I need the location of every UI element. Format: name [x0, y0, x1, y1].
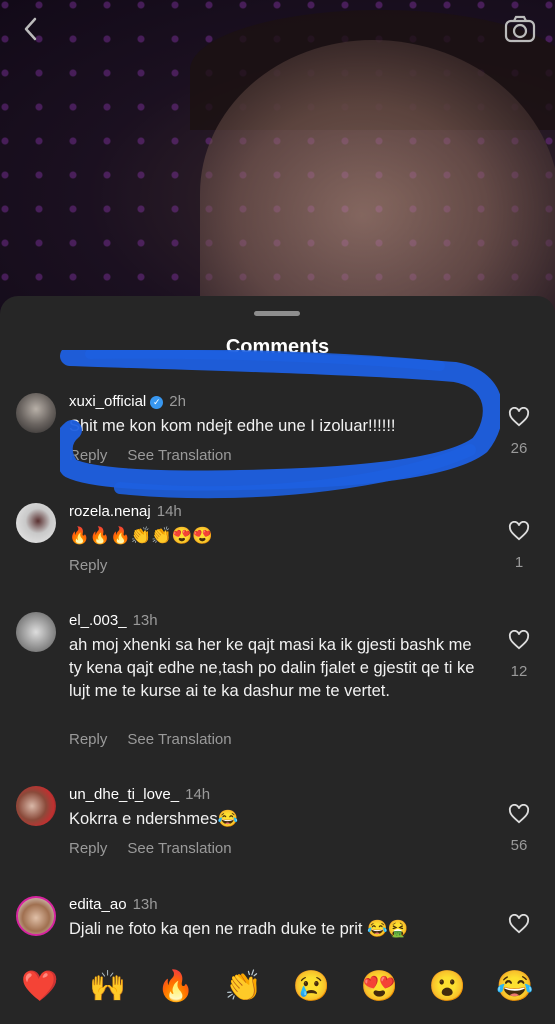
- like-button[interactable]: 26: [502, 406, 536, 457]
- camera-icon: [504, 15, 536, 43]
- avatar[interactable]: [16, 393, 56, 433]
- comment-text: ah moj xhenki sa her ke qajt masi ka ik …: [69, 636, 475, 700]
- background-video: [0, 0, 555, 360]
- reaction-clap[interactable]: 👏: [225, 972, 262, 1002]
- reaction-heart-eyes[interactable]: 😍: [361, 972, 398, 1002]
- comment-time: 13h: [132, 896, 158, 913]
- reply-button[interactable]: Reply: [69, 840, 107, 857]
- chevron-left-icon: [24, 17, 37, 41]
- comment-username[interactable]: un_dhe_ti_love_: [69, 786, 179, 803]
- see-translation-button[interactable]: See Translation: [127, 840, 231, 857]
- see-translation-button[interactable]: See Translation: [127, 731, 231, 748]
- comment-time: 13h: [132, 612, 158, 629]
- like-count: 26: [510, 440, 528, 457]
- comment-username[interactable]: rozela.nenaj: [69, 503, 151, 520]
- like-count: 56: [510, 837, 528, 854]
- see-translation-button[interactable]: See Translation: [127, 447, 231, 464]
- reaction-fire[interactable]: 🔥: [157, 972, 194, 1002]
- like-button[interactable]: [502, 913, 536, 939]
- reply-button[interactable]: Reply: [69, 447, 107, 464]
- like-count: 12: [510, 663, 528, 680]
- comment-time: 14h: [156, 503, 182, 520]
- back-button[interactable]: [14, 12, 48, 46]
- avatar[interactable]: [16, 612, 56, 652]
- sheet-title: Comments: [225, 336, 330, 358]
- sheet-drag-handle[interactable]: [254, 311, 300, 316]
- reaction-surprised[interactable]: 😮: [429, 972, 466, 1002]
- reply-button[interactable]: Reply: [69, 731, 107, 748]
- comment-text: Kokrra e ndershmes😂: [69, 810, 239, 828]
- comments-sheet: Comments xuxi_official ✓ 2h Shit me kon ko…: [0, 296, 555, 1024]
- heart-icon: [508, 913, 530, 934]
- reaction-cry[interactable]: 😢: [293, 972, 330, 1002]
- reply-button[interactable]: Reply: [69, 557, 107, 574]
- like-button[interactable]: 56: [502, 803, 536, 854]
- heart-icon: [508, 406, 530, 427]
- avatar[interactable]: [16, 786, 56, 826]
- verified-badge-icon: ✓: [150, 396, 164, 409]
- quick-reaction-bar: ❤️ 🙌 🔥 👏 😢 😍 😮 😂: [0, 950, 555, 1024]
- comment-username[interactable]: xuxi_official: [69, 393, 146, 410]
- avatar[interactable]: [16, 503, 56, 543]
- reaction-heart[interactable]: ❤️: [21, 972, 58, 1002]
- reaction-raised-hands[interactable]: 🙌: [89, 972, 126, 1002]
- comment-text: Shit me kon kom ndejt edhe une I izoluar…: [69, 417, 396, 435]
- comment-text: 🔥🔥🔥👏👏😍😍: [69, 527, 213, 545]
- avatar[interactable]: [16, 896, 56, 936]
- reaction-laughing[interactable]: 😂: [496, 972, 533, 1002]
- like-count: 1: [514, 554, 524, 571]
- comment-username[interactable]: el_.003_: [69, 612, 127, 629]
- like-button[interactable]: 12: [502, 629, 536, 680]
- heart-icon: [508, 629, 530, 650]
- comment-time: 2h: [169, 393, 186, 410]
- comment-time: 14h: [185, 786, 211, 803]
- comment-username[interactable]: edita_ao: [69, 896, 127, 913]
- heart-icon: [508, 803, 530, 824]
- comment-text: Djali ne foto ka qen ne rradh duke te pr…: [69, 920, 409, 938]
- camera-button[interactable]: [503, 12, 537, 46]
- like-button[interactable]: 1: [502, 520, 536, 571]
- heart-icon: [508, 520, 530, 541]
